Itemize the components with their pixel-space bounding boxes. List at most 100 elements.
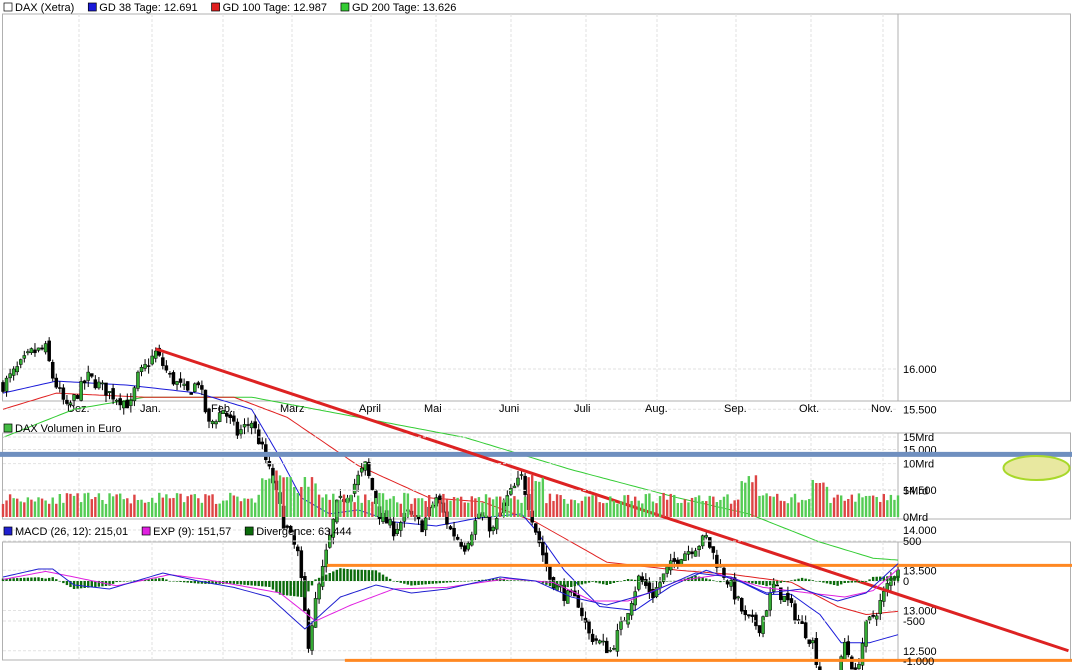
candle <box>764 610 769 617</box>
candle <box>207 408 211 422</box>
candle <box>4 377 9 392</box>
volume-bar <box>221 500 225 517</box>
volume-bar <box>417 498 420 517</box>
divergence-bar <box>385 576 388 581</box>
volume-bar <box>104 503 108 517</box>
divergence-bar <box>193 581 196 584</box>
divergence-bar <box>392 581 395 582</box>
divergence-bar <box>58 581 62 582</box>
volume-bar <box>477 497 481 517</box>
candle <box>704 535 708 538</box>
volume-bar <box>786 503 790 517</box>
volume-bar <box>246 498 250 517</box>
candle <box>178 378 183 383</box>
divergence-bar <box>793 579 797 581</box>
divergence-bar <box>797 578 800 581</box>
divergence-bar <box>285 581 289 596</box>
volume-bar <box>94 497 97 517</box>
volume-bar <box>186 496 189 517</box>
divergence-bar <box>783 581 786 583</box>
month-tick-11: Nov. <box>871 403 893 415</box>
macd-legend-label-2: Divergence: 63,444 <box>256 526 351 538</box>
candle <box>391 521 396 537</box>
divergence-bar <box>445 581 449 583</box>
volume-bar <box>321 497 324 517</box>
volume-bar <box>19 501 22 517</box>
candle <box>839 656 843 670</box>
candle <box>221 410 225 414</box>
candle <box>747 614 751 617</box>
volume-bar <box>740 481 743 517</box>
divergence-bar <box>633 579 637 581</box>
candle <box>452 527 456 537</box>
volume-y-tick: 10Mrd <box>903 459 934 471</box>
candle <box>310 625 314 651</box>
divergence-bar <box>239 581 243 585</box>
volume-bar <box>154 502 157 517</box>
price-y-tick: 16.000 <box>903 364 937 376</box>
divergence-bar <box>79 581 83 589</box>
divergence-bar <box>150 578 154 581</box>
candle <box>228 414 233 419</box>
divergence-bar <box>839 581 843 585</box>
volume-bar <box>140 499 143 517</box>
divergence-bar <box>854 581 857 583</box>
divergence-bar <box>822 581 825 583</box>
candle <box>47 340 51 362</box>
candle <box>68 402 73 405</box>
candle <box>793 603 797 621</box>
volume-bar <box>594 495 598 517</box>
divergence-bar <box>175 581 179 582</box>
divergence-bar <box>26 577 30 581</box>
volume-bar <box>232 495 236 517</box>
candle <box>626 613 630 625</box>
volume-bar <box>289 477 292 517</box>
volume-bar <box>662 492 665 517</box>
volume-bar <box>371 501 374 517</box>
divergence-bar <box>598 581 601 584</box>
volume-bar <box>882 494 885 517</box>
divergence-bar <box>129 580 133 582</box>
volume-bar <box>680 502 683 517</box>
volume-bar <box>754 475 758 517</box>
volume-bar <box>889 494 893 517</box>
volume-bar <box>747 476 751 517</box>
divergence-bar <box>310 581 314 586</box>
divergence-bar <box>37 577 40 581</box>
volume-bar <box>207 495 211 517</box>
volume-bar <box>360 502 363 517</box>
divergence-bar <box>772 581 775 585</box>
candle <box>111 388 115 400</box>
volume-bar <box>744 482 747 517</box>
candle <box>8 373 12 379</box>
candle <box>11 368 16 376</box>
candle <box>708 537 712 548</box>
volume-bar <box>669 493 672 517</box>
volume-bar <box>619 501 623 517</box>
divergence-bar <box>431 581 434 584</box>
volume-bar <box>197 498 200 517</box>
volume-bar <box>513 496 516 517</box>
candle <box>789 598 794 604</box>
volume-bar <box>314 483 317 517</box>
divergence-bar <box>413 581 417 586</box>
volume-bar <box>1 503 5 517</box>
divergence-bar <box>296 581 299 597</box>
divergence-bar <box>836 581 839 586</box>
divergence-bar <box>864 581 868 582</box>
volume-bar <box>783 501 786 517</box>
divergence-bar <box>623 580 626 581</box>
volume-bar <box>587 496 591 517</box>
volume-bar <box>282 477 285 517</box>
candle <box>494 518 499 530</box>
volume-bar <box>683 499 687 517</box>
candle <box>473 520 478 535</box>
candle <box>153 350 158 359</box>
divergence-bar <box>708 579 711 581</box>
candle <box>818 666 822 670</box>
volume-bar <box>690 497 694 517</box>
divergence-bar <box>317 577 321 581</box>
divergence-bar <box>356 569 360 581</box>
candle <box>171 372 176 385</box>
month-tick-5: Mai <box>424 403 442 415</box>
